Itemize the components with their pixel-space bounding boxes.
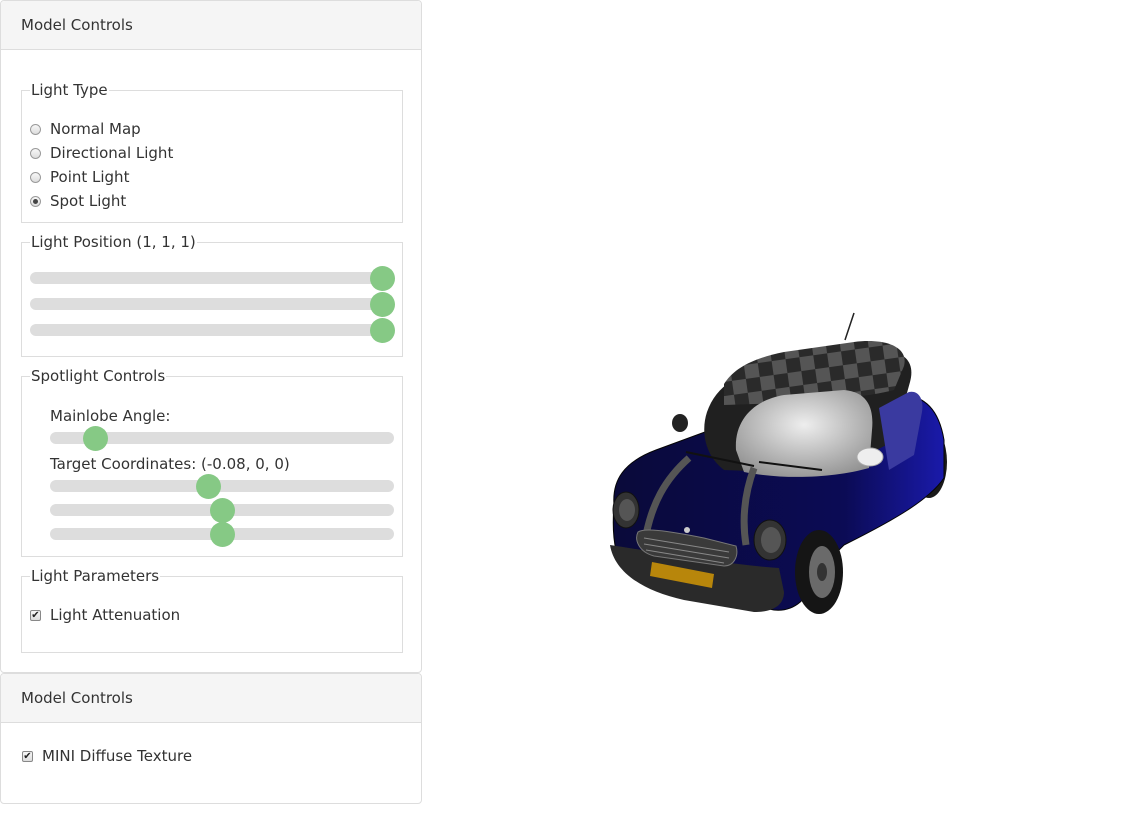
mini-diffuse-texture-option[interactable]: ✔ MINI Diffuse Texture bbox=[22, 746, 192, 766]
light-position-x-slider[interactable] bbox=[30, 266, 395, 291]
mainlobe-angle-label: Mainlobe Angle: bbox=[50, 407, 171, 425]
target-coordinates-label: Target Coordinates: (-0.08, 0, 0) bbox=[50, 455, 290, 473]
slider-thumb[interactable] bbox=[370, 292, 395, 317]
mini-diffuse-texture-checkbox[interactable]: ✔ bbox=[22, 750, 33, 762]
radio-directional-light[interactable]: Directional Light bbox=[30, 143, 173, 163]
radio-button[interactable] bbox=[30, 123, 41, 135]
light-parameters-group: Light Parameters ✔ Light Attenuation bbox=[21, 566, 403, 653]
light-parameters-legend: Light Parameters bbox=[30, 566, 161, 586]
model-controls-panel: Model Controls Light Type Normal Map Dir… bbox=[0, 0, 422, 673]
radio-button[interactable] bbox=[30, 171, 41, 183]
target-y-slider[interactable] bbox=[50, 498, 394, 523]
radio-label: Normal Map bbox=[50, 120, 141, 138]
light-position-z-slider[interactable] bbox=[30, 318, 395, 343]
slider-thumb[interactable] bbox=[370, 266, 395, 291]
side-mirror-left bbox=[672, 414, 688, 432]
radio-label: Spot Light bbox=[50, 192, 127, 210]
radio-label: Point Light bbox=[50, 168, 130, 186]
light-attenuation-option[interactable]: ✔ Light Attenuation bbox=[30, 605, 180, 625]
slider-thumb[interactable] bbox=[210, 522, 235, 547]
slider-thumb[interactable] bbox=[196, 474, 222, 499]
radio-button[interactable] bbox=[30, 147, 41, 159]
radio-point-light[interactable]: Point Light bbox=[30, 167, 129, 187]
side-mirror-right bbox=[856, 447, 884, 467]
car-model bbox=[610, 312, 947, 614]
mini-badge bbox=[684, 527, 690, 533]
antenna bbox=[844, 312, 855, 341]
light-type-group: Light Type Normal Map Directional Light … bbox=[21, 80, 403, 223]
slider-thumb[interactable] bbox=[210, 498, 235, 523]
panel-title: Model Controls bbox=[1, 1, 421, 50]
radio-spot-light[interactable]: Spot Light bbox=[30, 191, 126, 211]
mainlobe-angle-slider[interactable] bbox=[50, 426, 394, 451]
radio-normal-map[interactable]: Normal Map bbox=[30, 119, 141, 139]
light-attenuation-checkbox[interactable]: ✔ bbox=[30, 609, 41, 621]
radio-label: Directional Light bbox=[50, 144, 174, 162]
light-position-y-slider[interactable] bbox=[30, 292, 395, 317]
light-type-legend: Light Type bbox=[30, 80, 109, 100]
spotlight-controls-group: Spotlight Controls Mainlobe Angle: Targe… bbox=[21, 366, 403, 557]
light-position-legend: Light Position (1, 1, 1) bbox=[30, 232, 197, 252]
checkbox-label: MINI Diffuse Texture bbox=[42, 747, 193, 765]
panel-title: Model Controls bbox=[1, 674, 421, 723]
target-z-slider[interactable] bbox=[50, 522, 394, 547]
checkbox-label: Light Attenuation bbox=[50, 606, 181, 624]
model-controls-panel-2: Model Controls ✔ MINI Diffuse Texture bbox=[0, 673, 422, 804]
target-x-slider[interactable] bbox=[50, 474, 394, 499]
spotlight-controls-legend: Spotlight Controls bbox=[30, 366, 167, 386]
slider-thumb[interactable] bbox=[82, 426, 108, 451]
webgl-viewport[interactable] bbox=[424, 0, 1138, 811]
slider-thumb[interactable] bbox=[370, 318, 395, 343]
radio-button-selected[interactable] bbox=[30, 195, 41, 207]
light-position-group: Light Position (1, 1, 1) bbox=[21, 232, 403, 357]
